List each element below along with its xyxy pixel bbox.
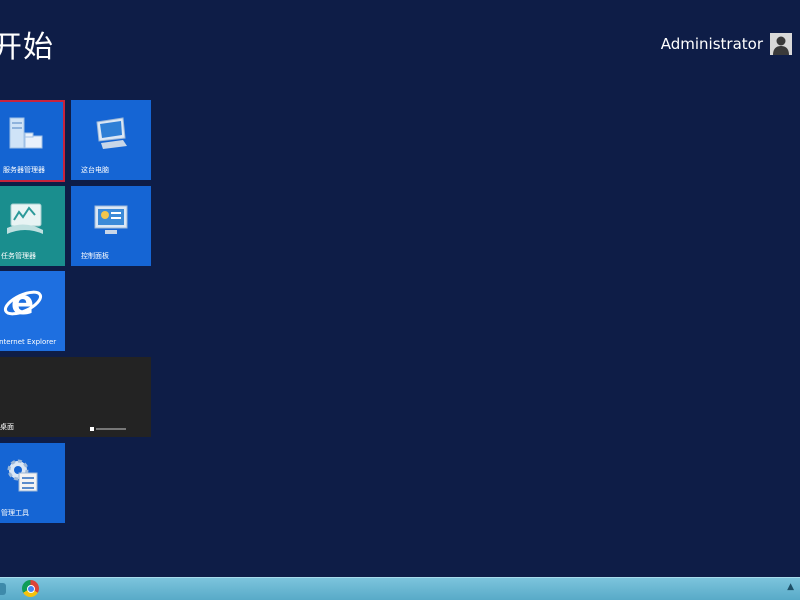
tile-label: 这台电脑	[81, 166, 109, 174]
task-manager-icon	[5, 200, 45, 242]
desktop-preview-badge	[90, 427, 126, 431]
tile-label: 桌面	[0, 423, 14, 431]
tray-expand-icon[interactable]: ▲	[787, 582, 794, 592]
tile-internet-explorer[interactable]: e Internet Explorer	[0, 271, 65, 351]
internet-explorer-icon: e	[3, 281, 45, 327]
tile-label: 任务管理器	[1, 252, 36, 260]
page-title: 开始	[0, 30, 54, 65]
control-panel-icon	[93, 204, 129, 240]
tile-control-panel[interactable]: 控制面板	[71, 186, 151, 266]
user-name: Administrator	[660, 35, 763, 53]
computer-icon	[93, 116, 129, 154]
tile-desktop[interactable]: 桌面	[0, 357, 151, 437]
start-edge[interactable]	[0, 583, 6, 595]
tile-label: 控制面板	[81, 252, 109, 260]
user-avatar-icon	[770, 33, 792, 55]
tile-administrative-tools[interactable]: 管理工具	[0, 443, 65, 523]
server-manager-icon	[9, 116, 43, 156]
svg-text:e: e	[11, 283, 34, 323]
tile-label: 管理工具	[1, 509, 29, 517]
user-account[interactable]: Administrator	[661, 33, 792, 55]
tile-label: Internet Explorer	[0, 338, 57, 346]
tile-label: 服务器管理器	[3, 166, 45, 174]
windows-logo-icon	[90, 427, 94, 431]
administrative-tools-icon	[5, 457, 39, 497]
tile-task-manager[interactable]: 任务管理器	[0, 186, 65, 266]
tile-computer[interactable]: 这台电脑	[71, 100, 151, 180]
chrome-icon[interactable]	[22, 580, 39, 597]
taskbar: ▲	[0, 577, 800, 600]
start-screen: 开始 Administrator 服务器管理器 这台电脑 任务管理器 控制面板 …	[0, 0, 800, 600]
tile-server-manager[interactable]: 服务器管理器	[0, 100, 65, 182]
